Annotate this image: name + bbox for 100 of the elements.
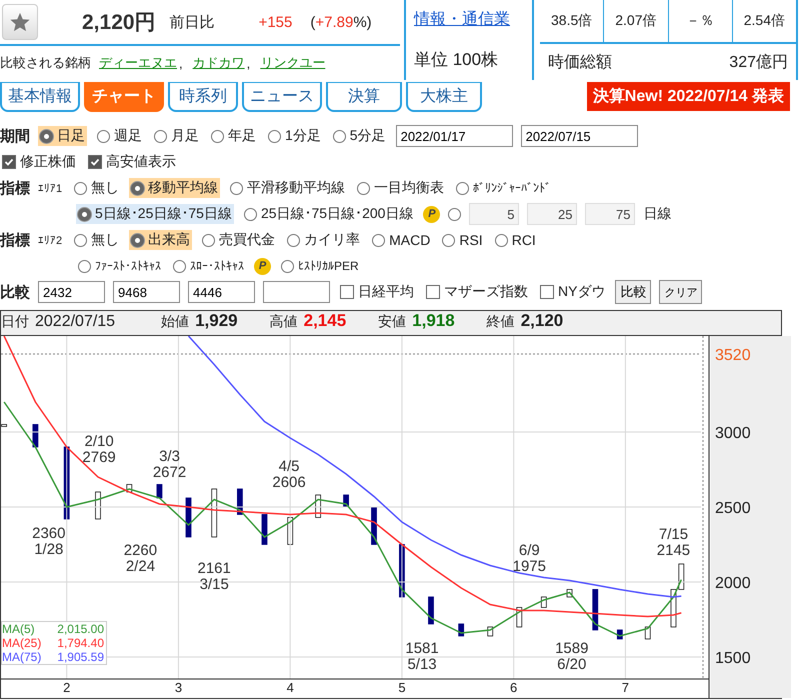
indicator-option[interactable]: RCI — [492, 231, 538, 249]
quote-label: 終値 — [486, 313, 515, 331]
y-axis-label: 3000 — [715, 424, 751, 442]
legend-value: 1,794.40 — [56, 636, 105, 650]
industry-link[interactable]: 情報・通信業 — [414, 9, 532, 30]
period-option[interactable]: 1分足 — [266, 126, 323, 146]
quote-value: 2,145 — [304, 311, 346, 331]
candle — [670, 589, 676, 628]
indicator-option[interactable]: 出来高 — [129, 230, 192, 250]
stock-price: 2,120円 — [82, 10, 156, 36]
tab[interactable]: 基本情報 — [0, 82, 80, 112]
price-annotation: 4/5 2606 — [272, 458, 306, 491]
period-option[interactable]: 年足 — [209, 126, 258, 146]
compare-code-field[interactable]: 9468 — [113, 281, 180, 303]
days-unit: 日線 — [643, 205, 672, 223]
checkbox-option[interactable]: 高安値表示 — [86, 152, 178, 172]
compared-stock-link[interactable]: リンクユー — [260, 54, 326, 72]
ratio-cell: －％ — [668, 0, 733, 42]
compare-code-field[interactable] — [263, 281, 330, 303]
candle — [262, 514, 268, 545]
ratio-cell: 2.07倍 — [604, 0, 668, 42]
indicator-option[interactable]: ﾋｽﾄﾘｶﾙPER — [279, 258, 361, 274]
legend-label: MA(25) — [2, 636, 42, 650]
indicator-option[interactable]: 移動平均線 — [129, 178, 220, 198]
indicator-option[interactable]: ﾎﾞﾘﾝｼﾞｬｰﾊﾞﾝﾄﾞ — [454, 180, 554, 196]
period-option[interactable]: 月足 — [152, 126, 201, 146]
period-label: 期間 — [0, 126, 30, 146]
index-checkbox-option[interactable]: NYダウ — [538, 282, 608, 302]
x-axis-label: 7 — [622, 680, 630, 695]
start-date-field[interactable]: 2022/01/17 — [396, 125, 513, 147]
x-axis-label: 3 — [174, 680, 182, 695]
ma-line-option[interactable]: 25日線･75日線･200日線 — [242, 204, 416, 224]
quote-label: 始値 — [161, 313, 190, 331]
market-cap-value: 327億円 — [729, 52, 788, 72]
indicator-option[interactable]: ｽﾛｰ･ｽﾄｷｬｽ — [171, 258, 246, 274]
index-checkbox-option[interactable]: 日経平均 — [338, 282, 416, 302]
price-annotation: 1581 5/13 — [405, 640, 439, 673]
compare-button[interactable]: 比較 — [615, 280, 652, 304]
indicator-option[interactable]: 売買代金 — [200, 230, 278, 250]
ratio-cell-text: 2.54倍 — [742, 11, 786, 30]
candle — [516, 607, 522, 628]
y-axis-label: 2000 — [715, 574, 751, 592]
favorite-star-button[interactable] — [2, 4, 38, 40]
tab[interactable]: 決算 — [326, 82, 402, 112]
indicator-option[interactable]: 無し — [72, 178, 122, 198]
price-annotation: 2360 1/28 — [32, 525, 66, 558]
candle — [315, 494, 322, 518]
legend-value: 1,905.59 — [56, 650, 105, 664]
indicator-option[interactable]: 平滑移動平均線 — [228, 178, 348, 198]
quote-value: 1,929 — [195, 311, 238, 331]
candle — [371, 506, 377, 545]
tab[interactable]: ニュース — [242, 82, 322, 112]
candle — [211, 488, 218, 538]
candle — [644, 626, 651, 640]
x-axis-label: 2 — [63, 680, 70, 695]
indicator-option[interactable]: RSI — [440, 231, 485, 249]
candle — [399, 544, 405, 598]
index-checkbox-option[interactable]: マザーズ指数 — [424, 282, 530, 302]
candle — [156, 484, 162, 498]
y-axis-label: 3520 — [715, 347, 751, 364]
separator-text: , — [179, 56, 183, 70]
compare-label: 比較 — [0, 282, 30, 302]
compare-code-field[interactable]: 2432 — [38, 281, 105, 303]
candle — [428, 596, 434, 624]
price-annotation: 1589 6/20 — [555, 640, 588, 673]
indicator-option[interactable]: ﾌｧｰｽﾄ･ｽﾄｷｬｽ — [76, 258, 163, 274]
price-annotation: 2260 2/24 — [124, 542, 158, 575]
percent-change: (+7.89%) — [310, 14, 372, 30]
compare-code-field[interactable]: 4446 — [188, 281, 255, 303]
candle — [678, 564, 684, 590]
x-axis-label: 4 — [286, 680, 294, 695]
radio-button[interactable] — [448, 208, 462, 220]
tab[interactable]: 時系列 — [168, 82, 238, 112]
date-label: 日付 — [1, 313, 29, 331]
unit-text: 単位 100株 — [414, 49, 500, 71]
compared-stock-link[interactable]: ディーエヌエ — [99, 54, 177, 72]
compared-stock-link[interactable]: カドカワ — [192, 54, 245, 72]
compare-button[interactable]: クリア — [659, 280, 702, 304]
indicator-option[interactable]: 一目均衡表 — [355, 178, 446, 198]
candle — [343, 494, 349, 508]
tab[interactable]: 大株主 — [406, 82, 482, 112]
price-annotation: 2161 3/15 — [198, 560, 231, 593]
candle — [186, 498, 192, 538]
y-axis-label: 2500 — [715, 500, 751, 517]
ratio-cell: 38.5倍 — [540, 0, 604, 42]
period-option[interactable]: 5分足 — [330, 126, 388, 146]
ma-line-option[interactable]: 5日線･25日線･75日線 — [76, 204, 234, 224]
end-date-field[interactable]: 2022/07/15 — [520, 125, 638, 147]
compared-label: 比較される銘柄 — [0, 54, 91, 72]
period-option[interactable]: 週足 — [95, 126, 144, 146]
price-annotation: 3/3 2672 — [152, 448, 186, 481]
period-option[interactable]: 日足 — [38, 126, 87, 146]
checkbox-option[interactable]: 修正株価 — [0, 152, 78, 172]
candle — [237, 488, 243, 515]
candle — [592, 589, 598, 630]
indicator-option[interactable]: 無し — [72, 230, 122, 250]
indicator-option[interactable]: MACD — [370, 231, 432, 249]
candle — [126, 484, 132, 492]
candle — [287, 517, 294, 545]
indicator-option[interactable]: カイリ率 — [285, 230, 362, 250]
